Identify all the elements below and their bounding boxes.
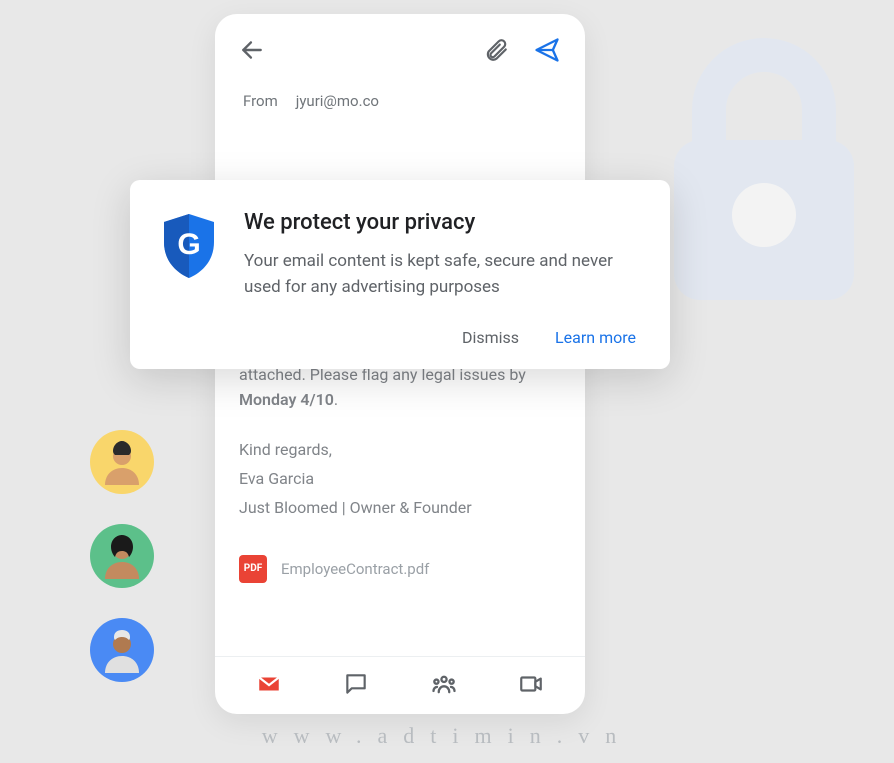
dialog-body: Your email content is kept safe, secure …: [244, 249, 636, 300]
nav-mail-icon[interactable]: [249, 664, 289, 704]
attachment-filename: EmployeeContract.pdf: [281, 560, 429, 578]
from-label: From: [243, 92, 278, 110]
pdf-icon: PDF: [239, 555, 267, 583]
nav-spaces-icon[interactable]: [424, 664, 464, 704]
avatar: [90, 524, 154, 588]
lock-icon: [654, 30, 874, 310]
nav-chat-icon[interactable]: [336, 664, 376, 704]
avatar: [90, 618, 154, 682]
learn-more-button[interactable]: Learn more: [555, 328, 636, 347]
nav-meet-icon[interactable]: [511, 664, 551, 704]
body-suffix: .: [334, 390, 338, 409]
svg-text:G: G: [177, 228, 200, 261]
avatar-column: [90, 430, 154, 682]
attachment-icon[interactable]: [483, 37, 509, 67]
back-arrow-icon[interactable]: [239, 37, 265, 67]
signoff: Kind regards,: [239, 438, 561, 463]
sender-title: Just Bloomed | Owner & Founder: [239, 496, 561, 521]
privacy-dialog: G We protect your privacy Your email con…: [130, 180, 670, 369]
attachment-chip[interactable]: PDF EmployeeContract.pdf: [239, 555, 561, 583]
avatar: [90, 430, 154, 494]
watermark-text: www.adtimin.vn: [0, 723, 894, 749]
send-icon[interactable]: [533, 36, 561, 68]
from-email: jyuri@mo.co: [296, 92, 379, 110]
dismiss-button[interactable]: Dismiss: [462, 328, 519, 347]
deadline-text: Monday 4/10: [239, 390, 334, 409]
from-row[interactable]: From jyuri@mo.co: [239, 92, 561, 110]
bottom-nav: [215, 656, 585, 714]
shield-icon: G: [160, 212, 218, 300]
dialog-title: We protect your privacy: [244, 210, 636, 235]
sender-name: Eva Garcia: [239, 467, 561, 492]
